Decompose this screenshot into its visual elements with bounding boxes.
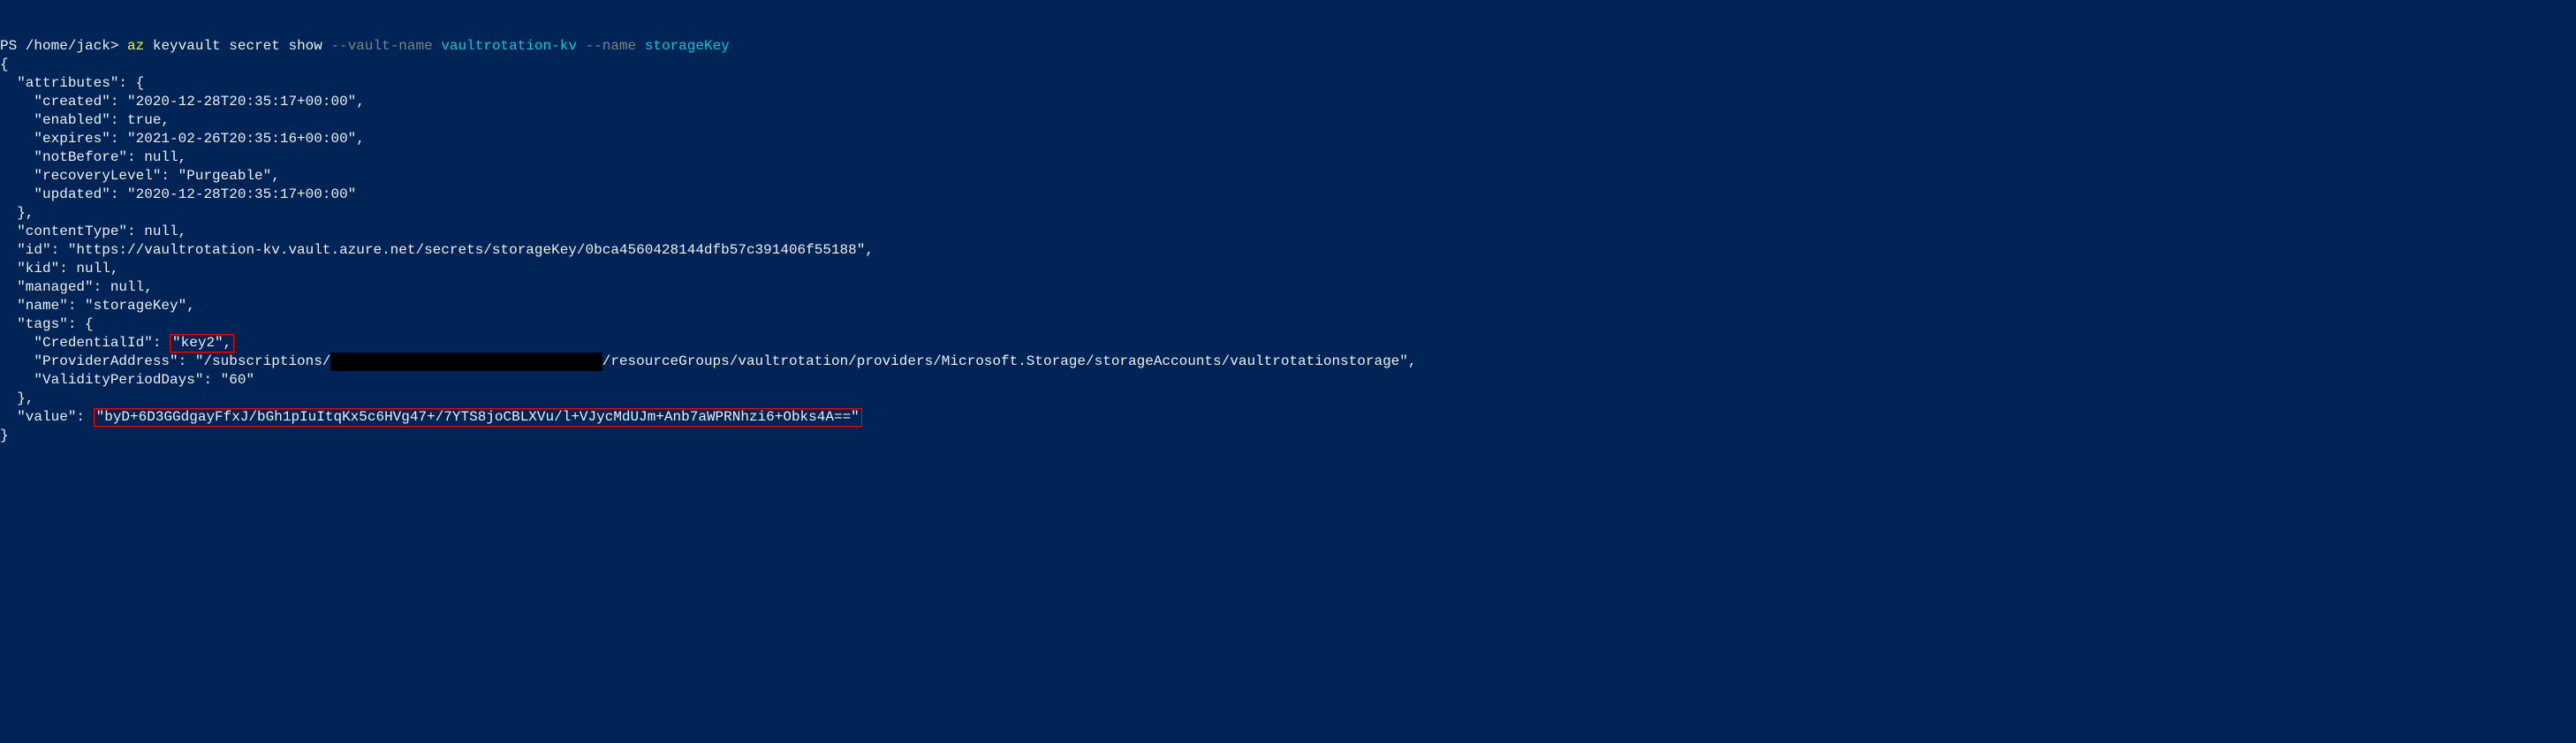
json-validity: "ValidityPeriodDays": "60" (0, 372, 254, 388)
json-contenttype: "contentType": null, (0, 224, 186, 239)
terminal-window[interactable]: PS /home/jack> az keyvault secret show -… (0, 37, 2576, 445)
json-notbefore: "notBefore": null, (0, 149, 186, 165)
json-enabled: "enabled": true, (0, 112, 170, 128)
json-managed: "managed": null, (0, 279, 153, 295)
json-credentialid-value: "key2", (172, 335, 231, 351)
value-name: storageKey (645, 38, 730, 54)
command-binary: az (127, 38, 144, 54)
json-attributes: "attributes": { (0, 75, 144, 91)
json-name: "name": "storageKey", (0, 298, 195, 314)
flag-vault-name: --vault-name (330, 38, 432, 54)
json-tags-open: "tags": { (0, 316, 94, 332)
command-args: keyvault secret show (153, 38, 322, 54)
json-provider-pre: "ProviderAddress": "/subscriptions/ (0, 353, 330, 369)
json-expires: "expires": "2021-02-26T20:35:16+00:00", (0, 131, 365, 147)
json-close: } (0, 428, 9, 444)
json-provider-post: /resourceGroups/vaultrotation/providers/… (602, 353, 1417, 369)
json-value-content: "byD+6D3GGdgayFfxJ/bGh1pIuItqKx5c6HVg47+… (96, 409, 860, 425)
json-value-key: "value": (0, 409, 94, 425)
json-id: "id": "https://vaultrotation-kv.vault.az… (0, 242, 874, 258)
json-open: { (0, 57, 9, 72)
json-credentialid-key: "CredentialId": (0, 335, 170, 351)
highlight-credentialid: "key2", (170, 334, 234, 353)
json-attr-close: }, (0, 205, 34, 221)
highlight-value: "byD+6D3GGdgayFfxJ/bGh1pIuItqKx5c6HVg47+… (94, 408, 862, 427)
json-kid: "kid": null, (0, 261, 118, 277)
redacted-subscription-id (330, 353, 602, 371)
json-tags-close: }, (0, 390, 34, 406)
prompt-prefix: PS /home/jack> (0, 38, 118, 54)
json-recoverylevel: "recoveryLevel": "Purgeable", (0, 168, 280, 184)
json-created: "created": "2020-12-28T20:35:17+00:00", (0, 94, 365, 110)
flag-name: --name (586, 38, 637, 54)
value-vault-name: vaultrotation-kv (441, 38, 577, 54)
json-updated: "updated": "2020-12-28T20:35:17+00:00" (0, 186, 356, 202)
